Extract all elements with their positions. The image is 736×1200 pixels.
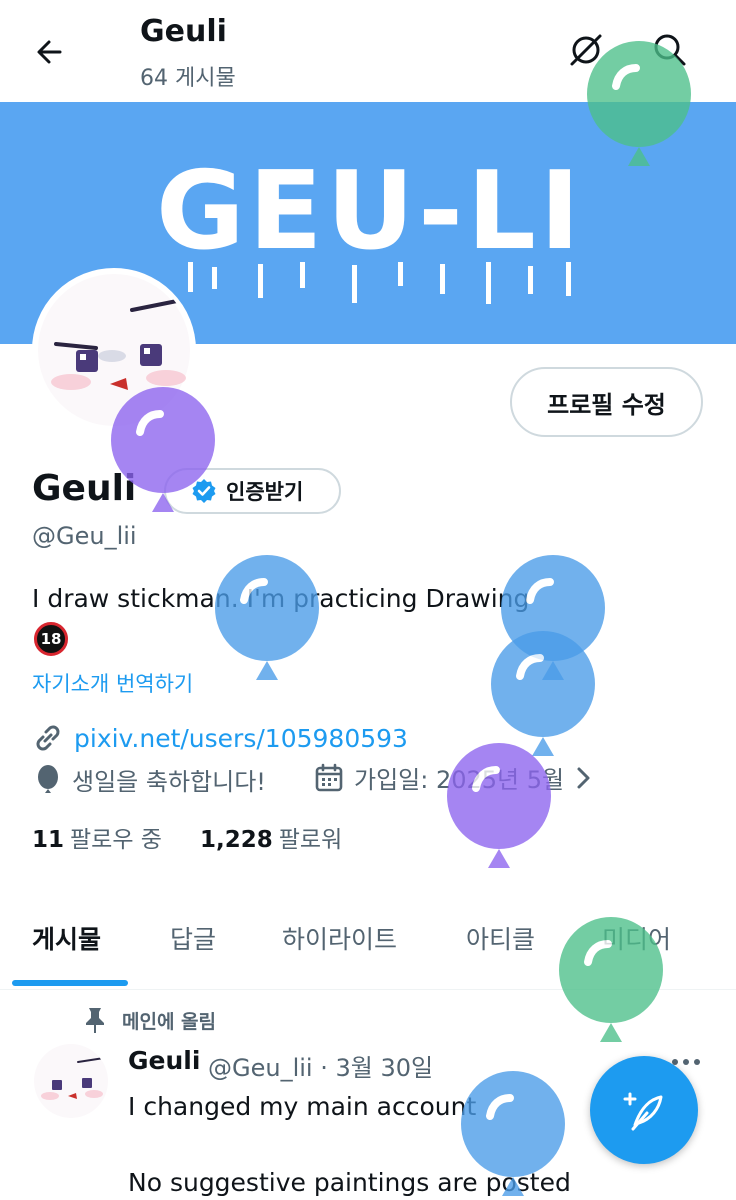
tab-posts[interactable]: 게시물 <box>12 918 142 990</box>
post-text-line1: I changed my main account <box>128 1092 477 1121</box>
post-handle-date: @Geu_lii · 3월 30일 <box>208 1054 434 1082</box>
edit-profile-label: 프로필 수정 <box>547 390 666 419</box>
balloon-decoration-green-tabs <box>559 917 663 1042</box>
post-author[interactable]: Geuli <box>128 1046 200 1075</box>
balloon-decoration-blue-bio <box>215 555 319 680</box>
verify-label: 인증받기 <box>226 480 304 504</box>
age-restriction-badge: 18 <box>34 622 68 656</box>
post-count: 64 게시물 <box>140 66 236 91</box>
back-arrow-icon <box>37 40 62 64</box>
banner-text: GEU-LI <box>156 149 584 274</box>
following-link[interactable]: 11 팔로우 중 <box>32 820 162 854</box>
balloon-decoration-green-top <box>587 41 691 166</box>
followers-label: 팔로워 <box>278 827 343 853</box>
pinned-label: 메인에 올림 <box>122 1010 217 1033</box>
balloon-decoration-blue-bottom <box>461 1071 565 1196</box>
age-badge-text: 18 <box>40 630 62 648</box>
header-title: Geuli <box>140 14 227 49</box>
link-icon <box>36 725 60 751</box>
followers-link[interactable]: 1,228 팔로워 <box>200 820 342 854</box>
following-label: 팔로우 중 <box>70 827 162 853</box>
birthday-row: 생일을 축하합니다! <box>36 762 266 797</box>
tab-posts-label: 게시물 <box>32 925 102 954</box>
birthday-text: 생일을 축하합니다! <box>72 768 266 796</box>
following-count: 11 <box>32 827 65 853</box>
compose-feather-icon <box>623 1092 663 1131</box>
pin-icon <box>86 1008 104 1033</box>
translate-bio-link[interactable]: 자기소개 번역하기 <box>32 668 193 698</box>
tab-articles[interactable]: 아티클 <box>466 920 535 956</box>
tab-highlights[interactable]: 하이라이트 <box>282 920 397 956</box>
tab-replies[interactable]: 답글 <box>170 920 216 956</box>
website-link-row[interactable]: pixiv.net/users/105980593 <box>32 722 408 754</box>
tab-active-indicator <box>12 980 128 986</box>
chevron-right-icon <box>577 767 590 788</box>
balloon-icon <box>38 764 58 793</box>
post-avatar[interactable] <box>34 1044 108 1118</box>
more-dots-icon <box>672 1059 700 1065</box>
pinned-row: 메인에 올림 <box>84 1006 216 1034</box>
edit-profile-button[interactable]: 프로필 수정 <box>510 367 703 437</box>
website-link[interactable]: pixiv.net/users/105980593 <box>74 724 408 753</box>
followers-count: 1,228 <box>200 827 273 853</box>
post-avatar-art <box>41 1057 105 1100</box>
profile-handle: @Geu_lii <box>32 522 137 550</box>
compose-button[interactable] <box>590 1056 698 1164</box>
back-button[interactable] <box>30 32 70 72</box>
calendar-icon <box>315 763 343 791</box>
balloon-decoration-purple-joined <box>447 743 551 868</box>
balloon-decoration-purple-avatar <box>111 387 215 512</box>
